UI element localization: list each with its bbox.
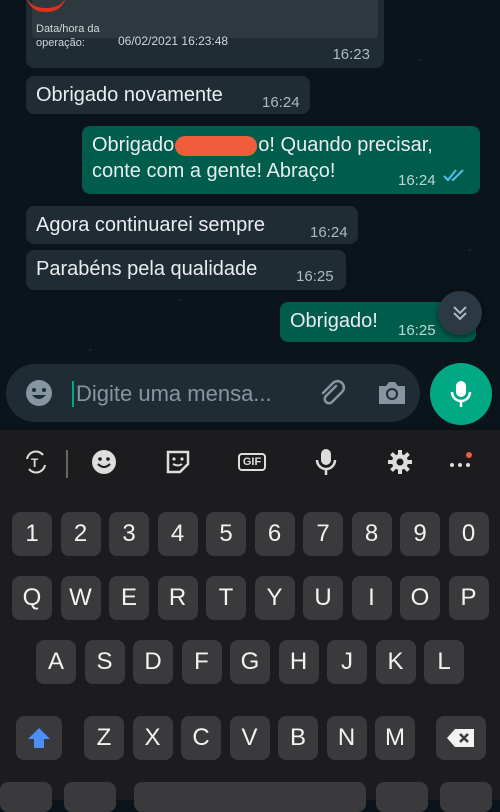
- shift-key[interactable]: [16, 716, 62, 760]
- key-e[interactable]: E: [109, 576, 149, 620]
- attach-icon[interactable]: [316, 378, 348, 415]
- key-c[interactable]: C: [181, 716, 221, 760]
- bottom-right-key[interactable]: [440, 782, 492, 812]
- svg-text:T: T: [31, 456, 39, 470]
- bottom-left-key[interactable]: [0, 782, 52, 812]
- key-w[interactable]: W: [60, 576, 101, 620]
- backspace-key[interactable]: [436, 716, 486, 760]
- key-h[interactable]: H: [278, 640, 319, 684]
- message-time: 16:25: [398, 322, 436, 339]
- key-u[interactable]: U: [303, 576, 343, 620]
- bottom-key[interactable]: [64, 782, 116, 812]
- receipt-label: Data/hora da operação:: [36, 23, 100, 49]
- key-d[interactable]: D: [133, 640, 173, 684]
- chat-area: Data/hora da operação: 06/02/2021 16:23:…: [0, 0, 500, 430]
- key-z[interactable]: Z: [84, 716, 124, 760]
- key-s[interactable]: S: [84, 640, 125, 684]
- message-text: Obrigado!: [290, 310, 378, 332]
- key-i[interactable]: I: [351, 576, 392, 620]
- sticker-icon[interactable]: [158, 444, 198, 480]
- key-3[interactable]: 3: [109, 512, 149, 556]
- key-v[interactable]: V: [229, 716, 270, 760]
- toolbar-divider: [66, 450, 68, 478]
- camera-icon[interactable]: [376, 378, 408, 413]
- emoji-icon[interactable]: [24, 378, 54, 413]
- incoming-message[interactable]: Agora continuarei sempre 16:24: [26, 206, 358, 244]
- bottom-key[interactable]: [376, 782, 428, 812]
- key-x[interactable]: X: [132, 716, 173, 760]
- gif-button[interactable]: GIF: [232, 444, 272, 480]
- space-key[interactable]: [134, 782, 366, 812]
- receipt-logo-mark: [26, 0, 66, 12]
- message-text: Obrigado novamente: [36, 84, 223, 106]
- key-r[interactable]: R: [157, 576, 198, 620]
- key-6[interactable]: 6: [254, 512, 295, 556]
- key-7[interactable]: 7: [303, 512, 343, 556]
- key-5[interactable]: 5: [206, 512, 246, 556]
- message-time: 16:23: [332, 46, 370, 63]
- key-k[interactable]: K: [375, 640, 416, 684]
- key-t[interactable]: T: [206, 576, 246, 620]
- incoming-message[interactable]: Obrigado novamente 16:24: [26, 76, 310, 114]
- key-l[interactable]: L: [424, 640, 464, 684]
- message-text: Parabéns pela qualidade: [36, 258, 258, 280]
- key-b[interactable]: B: [278, 716, 318, 760]
- translate-icon[interactable]: T: [16, 444, 56, 480]
- key-o[interactable]: O: [400, 576, 440, 620]
- microphone-icon: [450, 381, 472, 407]
- message-time: 16:24: [398, 172, 436, 189]
- receipt-value: 06/02/2021 16:23:48: [118, 34, 229, 48]
- key-y[interactable]: Y: [254, 576, 295, 620]
- key-q[interactable]: Q: [12, 576, 52, 620]
- key-9[interactable]: 9: [400, 512, 440, 556]
- voice-record-button[interactable]: [430, 363, 492, 425]
- key-g[interactable]: G: [230, 640, 270, 684]
- message-compose-bar: [6, 364, 420, 422]
- gif-label: GIF: [237, 453, 267, 471]
- redaction-mark: [175, 135, 258, 156]
- virtual-keyboard: T GIF 1234567890 QWERTYUIOP ASDFGHJKL ZX…: [0, 430, 500, 812]
- backspace-icon: [447, 729, 474, 747]
- receipt-message[interactable]: Data/hora da operação: 06/02/2021 16:23:…: [26, 0, 384, 68]
- message-time: 16:25: [296, 268, 334, 285]
- key-f[interactable]: F: [181, 640, 222, 684]
- more-options-icon[interactable]: [440, 444, 480, 480]
- key-1[interactable]: 1: [12, 512, 52, 556]
- key-p[interactable]: P: [448, 576, 489, 620]
- message-time: 16:24: [310, 224, 348, 241]
- voice-input-icon[interactable]: [306, 444, 346, 480]
- message-text-start: Obrigado: [92, 134, 175, 156]
- key-8[interactable]: 8: [351, 512, 392, 556]
- key-m[interactable]: M: [375, 716, 415, 760]
- key-0[interactable]: 0: [448, 512, 489, 556]
- incoming-message[interactable]: Parabéns pela qualidade 16:25: [26, 250, 346, 290]
- key-n[interactable]: N: [326, 716, 367, 760]
- double-check-icon: [442, 166, 468, 192]
- message-text-end: o! Quando precisar,: [258, 134, 433, 156]
- double-chevron-down-icon: [453, 306, 467, 321]
- scroll-to-bottom-button[interactable]: [438, 291, 482, 335]
- key-2[interactable]: 2: [60, 512, 101, 556]
- emoji-keyboard-icon[interactable]: [84, 444, 124, 480]
- shift-arrow-icon: [28, 728, 50, 748]
- key-a[interactable]: A: [36, 640, 76, 684]
- settings-gear-icon[interactable]: [380, 444, 420, 480]
- outgoing-message[interactable]: Obrigado o! Quando precisar, conte com a …: [82, 126, 480, 194]
- message-time: 16:24: [262, 94, 300, 111]
- message-input[interactable]: [74, 376, 308, 412]
- key-4[interactable]: 4: [157, 512, 198, 556]
- message-text: Agora continuarei sempre: [36, 214, 266, 236]
- key-j[interactable]: J: [327, 640, 367, 684]
